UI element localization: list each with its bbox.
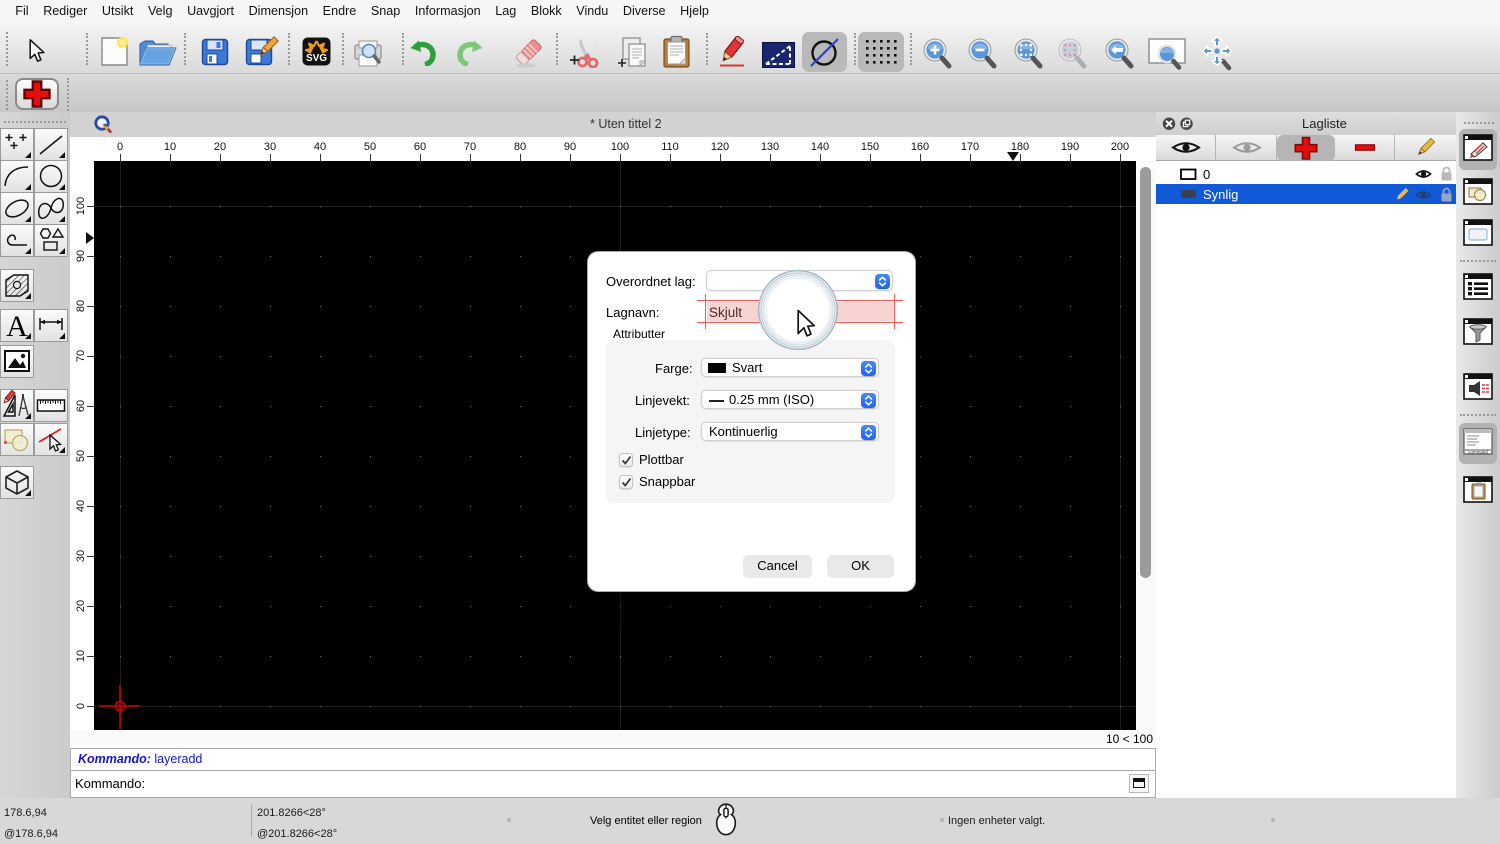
svg-text:160: 160 — [911, 141, 929, 153]
svg-text:60: 60 — [414, 141, 426, 153]
svg-text:20: 20 — [214, 141, 226, 153]
svg-text:10: 10 — [164, 141, 176, 153]
svg-text:120: 120 — [711, 141, 729, 153]
svg-text:50: 50 — [75, 450, 87, 462]
svg-text:60: 60 — [75, 400, 87, 412]
svg-text:0: 0 — [75, 703, 87, 709]
svg-text:80: 80 — [75, 300, 87, 312]
svg-text:30: 30 — [75, 550, 87, 562]
svg-text:90: 90 — [75, 250, 87, 262]
svg-text:190: 190 — [1061, 141, 1079, 153]
svg-text:command: command — [1468, 450, 1488, 455]
svg-text:50: 50 — [364, 141, 376, 153]
svg-text:30: 30 — [264, 141, 276, 153]
svg-text:40: 40 — [314, 141, 326, 153]
svg-text:SVG: SVG — [306, 53, 327, 64]
svg-text:170: 170 — [961, 141, 979, 153]
svg-text:20: 20 — [75, 600, 87, 612]
svg-text:150: 150 — [861, 141, 879, 153]
svg-text:130: 130 — [761, 141, 779, 153]
svg-text:10: 10 — [75, 650, 87, 662]
svg-text:140: 140 — [811, 141, 829, 153]
svg-text:70: 70 — [464, 141, 476, 153]
svg-text:40: 40 — [75, 500, 87, 512]
svg-text:100: 100 — [75, 197, 87, 215]
svg-text:200: 200 — [1111, 141, 1129, 153]
svg-text:80: 80 — [514, 141, 526, 153]
svg-text:0: 0 — [117, 141, 123, 153]
svg-text:100: 100 — [611, 141, 629, 153]
svg-text:70: 70 — [75, 350, 87, 362]
svg-text:90: 90 — [564, 141, 576, 153]
svg-text:110: 110 — [661, 141, 679, 153]
